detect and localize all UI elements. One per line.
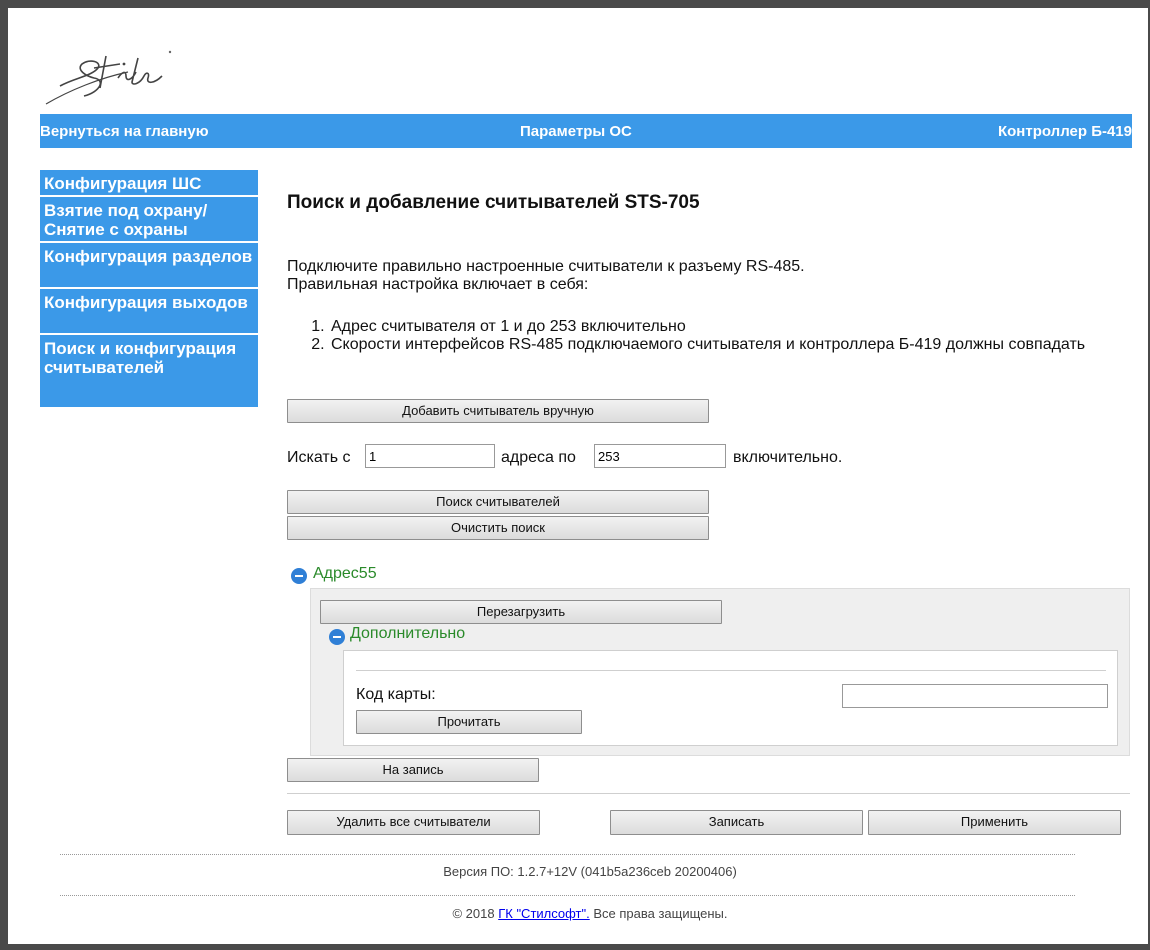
footer-divider [60, 854, 1075, 855]
copyright-prefix: © 2018 [452, 906, 499, 921]
company-link[interactable]: ГК "Стилсофт". [498, 906, 590, 921]
reader-address-title[interactable]: Адрес55 [313, 565, 377, 583]
sidebar-item-zones-config[interactable]: Конфигурация ШС [40, 170, 258, 195]
sidebar: Конфигурация ШС Взятие под охрану/ Сняти… [40, 170, 258, 409]
read-button[interactable]: Прочитать [356, 710, 582, 734]
sidebar-item-outputs-config[interactable]: Конфигурация выходов [40, 289, 258, 333]
divider [356, 670, 1106, 671]
requirement-item: Адрес считывателя от 1 и до 253 включите… [329, 318, 1147, 336]
page-title: Поиск и добавление считывателей STS-705 [287, 192, 700, 213]
intro-text: Подключите правильно настроенные считыва… [287, 258, 805, 294]
intro-line-1: Подключите правильно настроенные считыва… [287, 258, 805, 275]
save-button[interactable]: Записать [610, 810, 863, 835]
firmware-version: Версия ПО: 1.2.7+12V (041b5a236ceb 20200… [443, 864, 737, 879]
collapse-icon[interactable] [329, 629, 345, 645]
clear-search-button[interactable]: Очистить поиск [287, 516, 709, 540]
stilsoft-logo [45, 50, 172, 105]
device-name: Контроллер Б-419 [997, 123, 1132, 140]
page-section-title: Параметры ОС [520, 123, 632, 140]
divider [287, 793, 1130, 794]
requirements-list: Адрес считывателя от 1 и до 253 включите… [287, 318, 1147, 354]
search-suffix-label: включительно. [733, 449, 843, 466]
sidebar-item-arm-disarm[interactable]: Взятие под охрану/ Снятие с охраны [40, 197, 258, 241]
advanced-section-title[interactable]: Дополнительно [350, 625, 465, 643]
search-readers-button[interactable]: Поиск считывателей [287, 490, 709, 514]
copyright: © 2018 ГК "Стилсофт". Все права защищены… [40, 906, 1140, 921]
search-from-input[interactable] [365, 444, 495, 468]
requirement-item: Скорости интерфейсов RS-485 подключаемог… [329, 336, 1147, 354]
card-code-input[interactable] [842, 684, 1108, 708]
sidebar-item-partitions-config[interactable]: Конфигурация разделов [40, 243, 258, 287]
delete-all-readers-button[interactable]: Удалить все считыватели [287, 810, 540, 835]
apply-button[interactable]: Применить [868, 810, 1121, 835]
footer-divider [60, 895, 1075, 896]
back-to-main-link[interactable]: Вернуться на главную [40, 123, 209, 140]
reboot-button[interactable]: Перезагрузить [320, 600, 722, 624]
add-reader-manually-button[interactable]: Добавить считыватель вручную [287, 399, 709, 423]
write-mode-button[interactable]: На запись [287, 758, 539, 782]
search-to-label: адреса по [501, 449, 576, 466]
intro-line-2: Правильная настройка включает в себя: [287, 276, 589, 293]
card-code-label: Код карты: [356, 686, 436, 703]
sidebar-item-readers-search[interactable]: Поиск и конфигурация считывателей [40, 335, 258, 407]
search-from-label: Искать с [287, 449, 351, 466]
top-navigation-bar: Вернуться на главную Параметры ОС Контро… [40, 114, 1132, 148]
search-to-input[interactable] [594, 444, 726, 468]
collapse-icon[interactable] [291, 568, 307, 584]
copyright-suffix: Все права защищены. [589, 906, 728, 921]
